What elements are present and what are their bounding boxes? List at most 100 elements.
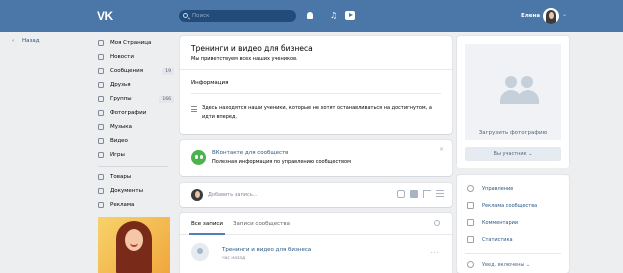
group-subtitle: Мы приветствуем всех наших учеников. bbox=[191, 56, 298, 62]
post-avatar[interactable] bbox=[191, 243, 209, 261]
promo-description: Полезная информация по управлению сообще… bbox=[212, 159, 351, 165]
nav-item-label: Товары bbox=[110, 174, 132, 180]
tab-community-posts[interactable]: Записи сообщества bbox=[233, 221, 290, 227]
nav-item-my-page[interactable]: Моя Страница bbox=[98, 36, 176, 50]
close-icon[interactable]: × bbox=[439, 146, 444, 153]
user-name[interactable]: Елена bbox=[521, 13, 540, 19]
play-icon[interactable] bbox=[345, 11, 355, 20]
group-photo-placeholder[interactable]: Загрузить фотографию bbox=[465, 44, 561, 154]
music-icon[interactable]: ♫ bbox=[330, 11, 337, 21]
post-composer[interactable]: Добавить запись... bbox=[180, 183, 452, 207]
nav-item-label: Новости bbox=[110, 54, 134, 60]
games-icon bbox=[98, 152, 104, 158]
promo-card[interactable]: ВКонтакте для сообществ Полезная информа… bbox=[180, 140, 452, 176]
messages-badge: 19 bbox=[162, 67, 174, 75]
nav-item-label: Друзья bbox=[110, 82, 131, 88]
action-label: Управление bbox=[482, 185, 514, 192]
nav-item-label: Видео bbox=[110, 138, 128, 144]
nav-item-goods[interactable]: Товары bbox=[98, 170, 176, 184]
search-icon[interactable] bbox=[434, 220, 440, 226]
ads-icon bbox=[98, 202, 104, 208]
bell-icon[interactable] bbox=[307, 12, 313, 19]
video-icon bbox=[98, 138, 104, 144]
nav-item-label: Моя Страница bbox=[110, 40, 152, 46]
group-actions-card: Управление Реклама сообщества Комментари… bbox=[457, 175, 569, 273]
music-icon bbox=[98, 124, 104, 130]
nav-item-label: Реклама bbox=[110, 202, 135, 208]
user-avatar[interactable] bbox=[543, 8, 559, 24]
more-icon[interactable] bbox=[436, 190, 444, 198]
vk-logo[interactable]: VK bbox=[97, 9, 113, 23]
nav-item-video[interactable]: Видео bbox=[98, 134, 176, 148]
friends-icon bbox=[98, 82, 104, 88]
nav-item-news[interactable]: Новости bbox=[98, 50, 176, 64]
chevron-down-icon[interactable]: ⌄ bbox=[562, 11, 567, 18]
upload-photo-link[interactable]: Загрузить фотографию bbox=[465, 130, 561, 136]
search-input[interactable]: Поиск bbox=[179, 10, 296, 22]
nav-item-ads[interactable]: Реклама bbox=[98, 198, 176, 212]
nav-item-games[interactable]: Игры bbox=[98, 148, 176, 162]
nav-item-music[interactable]: Музыка bbox=[98, 120, 176, 134]
post-author[interactable]: Тренинги и видео для бизнеса bbox=[222, 247, 311, 253]
divider bbox=[191, 93, 441, 94]
nav-item-photos[interactable]: Фотографии bbox=[98, 106, 176, 120]
gear-icon bbox=[467, 185, 474, 192]
comments-link[interactable]: Комментарии bbox=[467, 219, 518, 226]
camera-icon[interactable] bbox=[397, 190, 405, 198]
groups-badge: 166 bbox=[159, 95, 174, 103]
group-description: Здесь находятся наши ученики, которые не… bbox=[202, 105, 432, 120]
manage-link[interactable]: Управление bbox=[467, 185, 513, 192]
nav-item-label: Документы bbox=[110, 188, 143, 194]
goods-icon bbox=[98, 174, 104, 180]
page-title: Тренинги и видео для бизнеса bbox=[191, 44, 313, 53]
nav-item-label: Игры bbox=[110, 152, 125, 158]
action-label: Реклама сообщества bbox=[482, 202, 538, 209]
comment-icon bbox=[467, 219, 474, 226]
home-icon bbox=[98, 40, 104, 46]
divider bbox=[180, 69, 452, 70]
post-input[interactable]: Добавить запись... bbox=[208, 192, 257, 198]
top-header: VK Поиск ♫ Елена ⌄ bbox=[0, 0, 623, 32]
member-button[interactable]: Вы участник ⌄ bbox=[465, 147, 561, 161]
search-placeholder: Поиск bbox=[192, 12, 210, 19]
news-icon bbox=[98, 54, 104, 60]
nav-item-documents[interactable]: Документы bbox=[98, 184, 176, 198]
nav-item-label: Группы bbox=[110, 96, 132, 102]
music-icon[interactable] bbox=[423, 190, 431, 198]
back-label: Назад bbox=[21, 38, 40, 44]
group-info-card: Тренинги и видео для бизнеса Мы приветст… bbox=[180, 36, 452, 134]
groups-icon bbox=[98, 96, 104, 102]
nav-item-label: Фотографии bbox=[110, 110, 147, 116]
left-nav: Моя Страница Новости Сообщения 19 Друзья … bbox=[98, 36, 176, 212]
post-time[interactable]: час назад bbox=[222, 256, 245, 261]
description-icon bbox=[191, 106, 197, 114]
stats-icon bbox=[467, 236, 474, 243]
documents-icon bbox=[98, 188, 104, 194]
tab-all-posts[interactable]: Все записи bbox=[189, 221, 225, 235]
bell-icon bbox=[467, 261, 474, 268]
notifications-toggle[interactable]: Увед. включены ⌄ bbox=[467, 261, 530, 268]
search-icon bbox=[183, 12, 188, 18]
nav-item-friends[interactable]: Друзья bbox=[98, 78, 176, 92]
more-options-icon[interactable]: ··· bbox=[430, 249, 440, 257]
back-link[interactable]: ‹ Назад bbox=[12, 38, 40, 44]
wall-card: Все записи Записи сообщества Тренинги и … bbox=[180, 213, 452, 273]
promo-title[interactable]: ВКонтакте для сообществ bbox=[212, 150, 288, 156]
people-icon bbox=[499, 74, 543, 106]
vk-communities-icon bbox=[191, 150, 206, 165]
divider bbox=[465, 253, 561, 254]
nav-item-label: Сообщения bbox=[110, 68, 144, 74]
nav-item-groups[interactable]: Группы 166 bbox=[98, 92, 176, 106]
ad-banner-image[interactable] bbox=[98, 217, 170, 273]
action-label: Статистика bbox=[482, 236, 513, 243]
wall-tabs: Все записи Записи сообщества bbox=[180, 213, 452, 235]
nav-divider bbox=[98, 166, 168, 167]
messages-icon bbox=[98, 68, 104, 74]
member-button-wrap: Вы участник ⌄ bbox=[457, 140, 569, 168]
notifications-label: Увед. включены ⌄ bbox=[482, 261, 531, 268]
nav-item-messages[interactable]: Сообщения 19 bbox=[98, 64, 176, 78]
community-ads-link[interactable]: Реклама сообщества bbox=[467, 202, 537, 209]
action-label: Комментарии bbox=[482, 219, 519, 226]
statistics-link[interactable]: Статистика bbox=[467, 236, 513, 243]
video-icon[interactable] bbox=[410, 190, 418, 198]
